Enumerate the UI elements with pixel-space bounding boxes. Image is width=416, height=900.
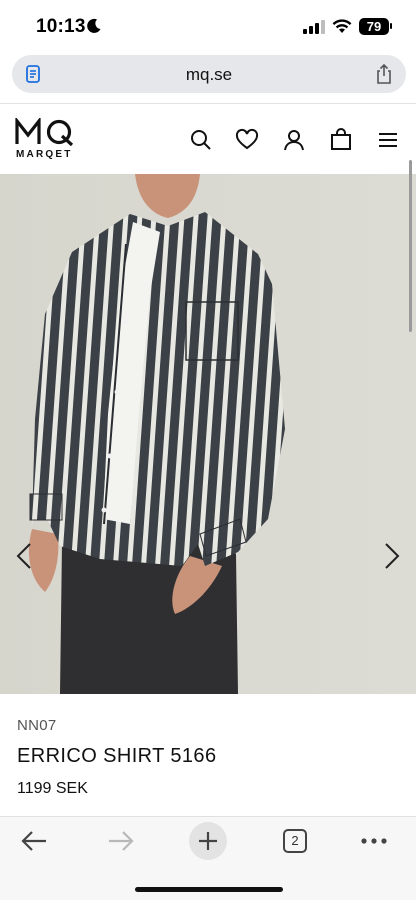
browser-toolbar: 2 bbox=[0, 816, 416, 900]
chevron-left-icon[interactable] bbox=[14, 542, 34, 570]
product-price: 1199 SEK bbox=[17, 780, 88, 797]
battery-tip bbox=[390, 23, 392, 29]
battery-icon: 79 bbox=[359, 18, 389, 35]
moon-icon bbox=[87, 18, 101, 33]
product-photo bbox=[0, 174, 416, 694]
logo-text: MARQET bbox=[16, 149, 73, 160]
heart-icon[interactable] bbox=[235, 128, 259, 152]
product-image-carousel[interactable] bbox=[0, 174, 416, 694]
product-title: ERRICO SHIRT 5166 bbox=[17, 745, 217, 767]
share-icon[interactable] bbox=[374, 63, 394, 85]
arrow-left-icon[interactable] bbox=[20, 826, 48, 856]
more-icon[interactable] bbox=[361, 826, 387, 856]
address-bar[interactable]: mq.se bbox=[12, 55, 406, 93]
new-tab-button[interactable] bbox=[189, 822, 227, 860]
url-text[interactable]: mq.se bbox=[12, 65, 406, 85]
chevron-right-icon[interactable] bbox=[382, 542, 402, 570]
tabs-button[interactable]: 2 bbox=[283, 829, 307, 853]
arrow-right-icon[interactable] bbox=[107, 826, 135, 856]
logo-mark bbox=[15, 118, 74, 146]
site-logo[interactable]: MARQET bbox=[15, 118, 77, 164]
shopping-bag-icon[interactable] bbox=[329, 128, 353, 152]
user-icon[interactable] bbox=[282, 128, 306, 152]
search-icon[interactable] bbox=[189, 128, 213, 152]
page-scrollbar[interactable] bbox=[409, 160, 412, 332]
cellular-signal-icon bbox=[303, 20, 325, 34]
home-indicator bbox=[135, 887, 283, 892]
wifi-icon bbox=[332, 19, 352, 33]
product-brand[interactable]: NN07 bbox=[17, 717, 57, 734]
plus-icon bbox=[199, 832, 217, 850]
site-header: MARQET bbox=[0, 104, 416, 174]
status-bar: 10:13 79 bbox=[0, 0, 416, 54]
menu-icon[interactable] bbox=[376, 128, 400, 152]
status-time: 10:13 bbox=[36, 16, 86, 37]
